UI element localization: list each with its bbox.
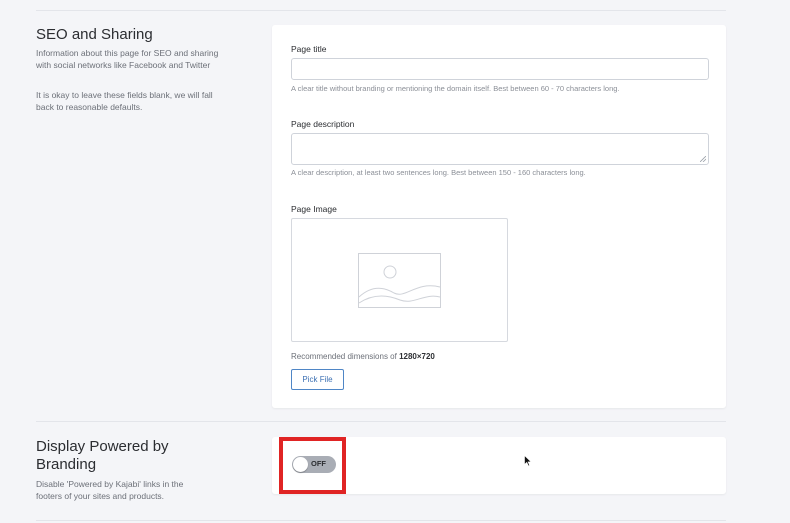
branding-section-title: Display Powered by Branding	[36, 438, 169, 473]
seo-section-title: SEO and Sharing	[36, 26, 153, 43]
image-placeholder-icon	[358, 253, 441, 308]
page-image-label: Page Image	[291, 204, 337, 214]
page-image-dropzone[interactable]	[291, 218, 508, 342]
mouse-cursor-icon	[524, 455, 532, 467]
seo-section-note: It is okay to leave these fields blank, …	[36, 90, 213, 112]
resize-handle-icon[interactable]	[700, 156, 706, 162]
page-description-help: A clear description, at least two senten…	[291, 168, 586, 177]
divider-middle	[36, 421, 726, 422]
page-title-label: Page title	[291, 44, 327, 54]
divider-top	[36, 10, 726, 11]
page-description-label: Page description	[291, 119, 355, 129]
page-title-help: A clear title without branding or mentio…	[291, 84, 620, 93]
toggle-highlight-box	[279, 437, 346, 494]
pick-file-button[interactable]: Pick File	[291, 369, 344, 390]
page-description-textarea[interactable]	[291, 133, 709, 165]
branding-section-description: Disable 'Powered by Kajabi' links in the…	[36, 479, 184, 501]
recommended-dimensions: Recommended dimensions of 1280×720	[291, 352, 435, 361]
page-title-input[interactable]	[291, 58, 709, 80]
seo-section-description: Information about this page for SEO and …	[36, 48, 219, 70]
divider-bottom	[36, 520, 726, 521]
seo-card: Page title A clear title without brandin…	[272, 25, 726, 408]
